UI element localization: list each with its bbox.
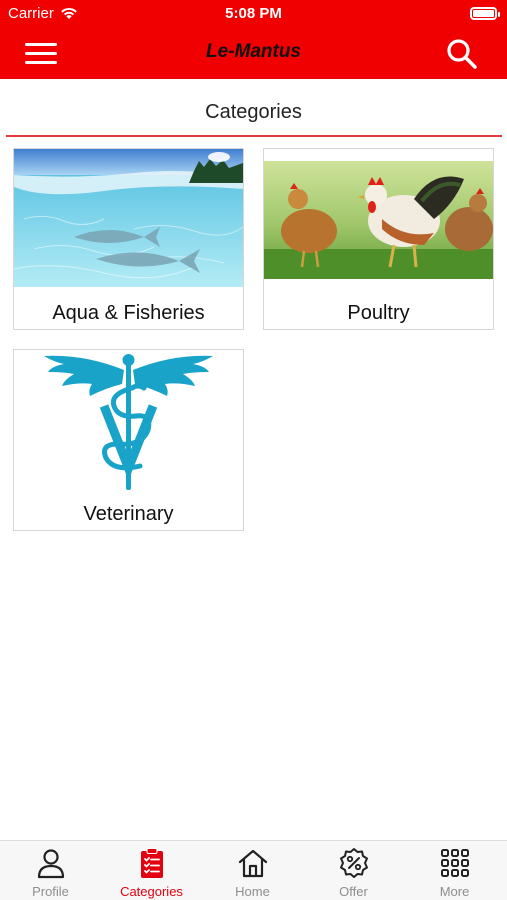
status-bar: Carrier 5:08 PM bbox=[0, 0, 507, 28]
tab-label: Home bbox=[235, 884, 270, 899]
tab-label: Profile bbox=[32, 884, 69, 899]
category-card-veterinary[interactable]: Veterinary bbox=[13, 349, 244, 531]
navigation-bar: Le-Mantus bbox=[0, 28, 507, 79]
status-time: 5:08 PM bbox=[225, 5, 282, 22]
tab-more[interactable]: More bbox=[404, 841, 505, 900]
category-label: Veterinary bbox=[83, 503, 174, 525]
tab-label: Offer bbox=[339, 884, 368, 899]
veterinary-caduceus-logo bbox=[44, 354, 213, 490]
category-card-aqua-fisheries[interactable]: Aqua & Fisheries bbox=[13, 148, 244, 330]
tab-home[interactable]: Home bbox=[202, 841, 303, 900]
bottom-tab-bar: Profile Categories Home Offer More bbox=[0, 840, 507, 900]
top-bar: Carrier 5:08 PM Le-Mantus bbox=[0, 0, 507, 79]
percent-badge-icon bbox=[340, 848, 368, 878]
clipboard-list-icon bbox=[141, 848, 163, 878]
tab-offer[interactable]: Offer bbox=[303, 841, 404, 900]
tab-label: More bbox=[439, 884, 470, 899]
chickens-image bbox=[264, 149, 493, 287]
app-title: Le-Mantus bbox=[206, 41, 301, 62]
title-divider bbox=[6, 135, 502, 137]
tab-profile[interactable]: Profile bbox=[0, 841, 101, 900]
fish-underwater-image bbox=[14, 149, 243, 287]
category-card-poultry[interactable]: Poultry bbox=[263, 148, 494, 330]
search-icon[interactable] bbox=[445, 37, 479, 71]
person-icon bbox=[37, 849, 65, 879]
category-label: Aqua & Fisheries bbox=[52, 302, 205, 324]
grid-dots-icon bbox=[441, 849, 469, 877]
page-title: Categories bbox=[205, 101, 302, 123]
battery-icon bbox=[470, 7, 500, 20]
home-icon bbox=[238, 849, 268, 878]
tab-label: Categories bbox=[120, 884, 183, 899]
category-label: Poultry bbox=[347, 302, 410, 324]
tab-categories[interactable]: Categories bbox=[101, 841, 202, 900]
